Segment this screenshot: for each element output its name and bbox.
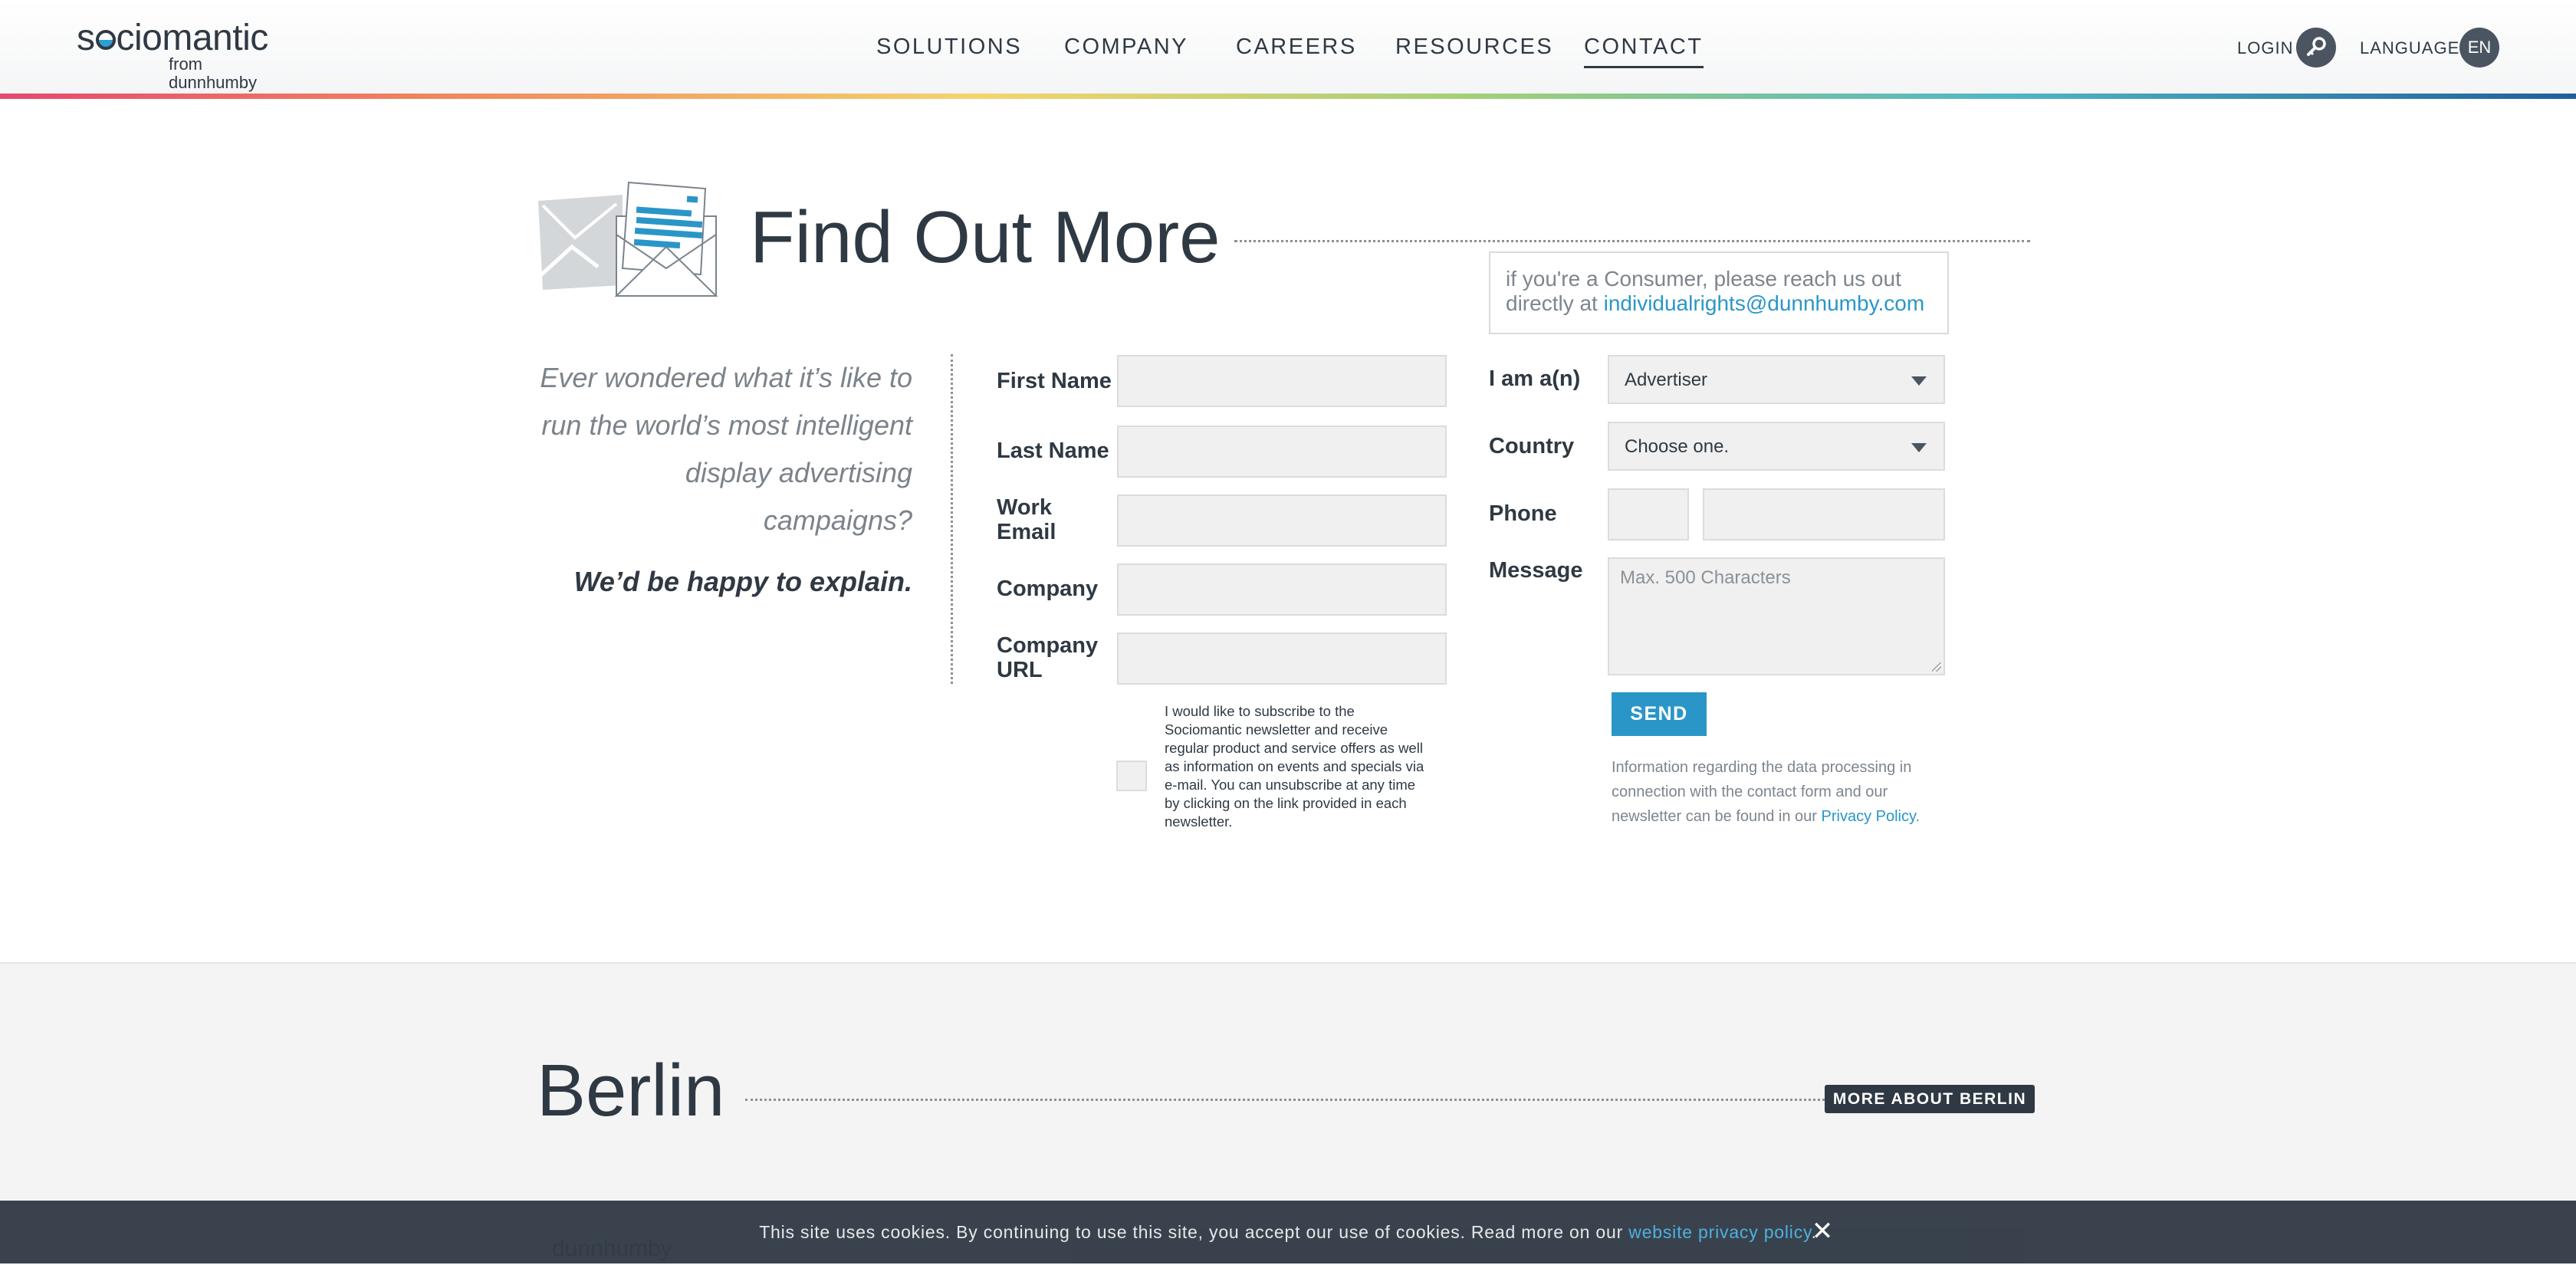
message-field[interactable]: Max. 500 Characters [1608, 557, 1945, 675]
website-privacy-policy-link[interactable]: website privacy policy [1628, 1222, 1811, 1242]
nav-contact[interactable]: CONTACT [1584, 28, 1704, 68]
sociomantic-logo[interactable]: s ciomantic from dunnhumby [77, 18, 284, 92]
message-placeholder: Max. 500 Characters [1620, 567, 1791, 588]
logo-subtitle: from dunnhumby [169, 54, 257, 92]
language-switch[interactable]: EN [2459, 28, 2499, 67]
envelope-icon [537, 161, 721, 299]
logo-wordmark: s ciomantic [77, 18, 268, 58]
company-url-label: Company URL [997, 633, 1099, 682]
country-select[interactable]: Choose one. [1608, 422, 1945, 471]
more-about-berlin-button[interactable]: MORE ABOUT BERLIN [1825, 1085, 2035, 1113]
company-field[interactable] [1117, 564, 1447, 616]
intro-divider [951, 354, 953, 684]
intro-question: Ever wondered what it’s like to run the … [540, 362, 912, 536]
cookie-text: This site uses cookies. By continuing to… [759, 1222, 1624, 1242]
role-select[interactable]: Advertiser [1608, 355, 1945, 404]
login-label[interactable]: LOGIN [2237, 37, 2293, 60]
logo-o-icon [95, 30, 116, 50]
nav-company[interactable]: COMPANY [1064, 28, 1188, 66]
phone-country-code-field[interactable] [1608, 488, 1689, 540]
close-icon[interactable]: ✕ [1811, 1216, 1834, 1247]
first-name-label: First Name [997, 369, 1112, 393]
role-label: I am a(n) [1489, 366, 1581, 391]
nav-resources[interactable]: RESOURCES [1395, 28, 1553, 66]
newsletter-checkbox[interactable] [1116, 761, 1147, 791]
last-name-label: Last Name [997, 439, 1109, 463]
chevron-down-icon [1911, 376, 1927, 386]
newsletter-consent-text: I would like to subscribe to the Socioma… [1165, 703, 1424, 830]
header-rainbow-bar [0, 94, 2576, 99]
chevron-down-icon [1911, 443, 1927, 452]
cookie-banner: This site uses cookies. By continuing to… [0, 1201, 2576, 1263]
country-label: Country [1489, 434, 1575, 458]
company-label: Company [997, 577, 1099, 601]
privacy-notice: Information regarding the data processin… [1612, 759, 1921, 825]
work-email-label: Work Email [997, 495, 1056, 544]
language-label[interactable]: LANGUAGE [2360, 37, 2459, 60]
phone-label: Phone [1489, 501, 1557, 526]
consumer-email-link[interactable]: individualrights@dunnhumby.com [1604, 291, 1925, 315]
page-title: Find Out More [750, 196, 1221, 278]
title-divider [1234, 240, 2030, 242]
nav-careers[interactable]: CAREERS [1236, 28, 1357, 66]
send-button[interactable]: SEND [1612, 692, 1707, 736]
intro-answer: We’d be happy to explain. [573, 566, 912, 597]
nav-solutions[interactable]: SOLUTIONS [876, 28, 1022, 66]
consumer-notice: if you're a Consumer, please reach us ou… [1489, 251, 1949, 334]
role-select-value: Advertiser [1625, 370, 1708, 390]
first-name-field[interactable] [1117, 355, 1447, 407]
login-key-icon[interactable] [2296, 28, 2336, 67]
country-select-value: Choose one. [1625, 436, 1730, 457]
office-divider [745, 1099, 1825, 1101]
company-url-field[interactable] [1117, 632, 1447, 685]
work-email-field[interactable] [1117, 495, 1447, 547]
cookie-message: This site uses cookies. By continuing to… [759, 1222, 1817, 1242]
last-name-field[interactable] [1117, 426, 1447, 478]
message-label: Message [1489, 558, 1583, 583]
phone-number-field[interactable] [1703, 488, 1945, 540]
privacy-policy-link[interactable]: Privacy Policy [1822, 808, 1916, 825]
office-title: Berlin [537, 1050, 725, 1132]
resize-handle-icon[interactable] [1932, 662, 1941, 672]
site-header: s ciomantic from dunnhumby SOLUTIONS COMP… [0, 0, 2576, 95]
